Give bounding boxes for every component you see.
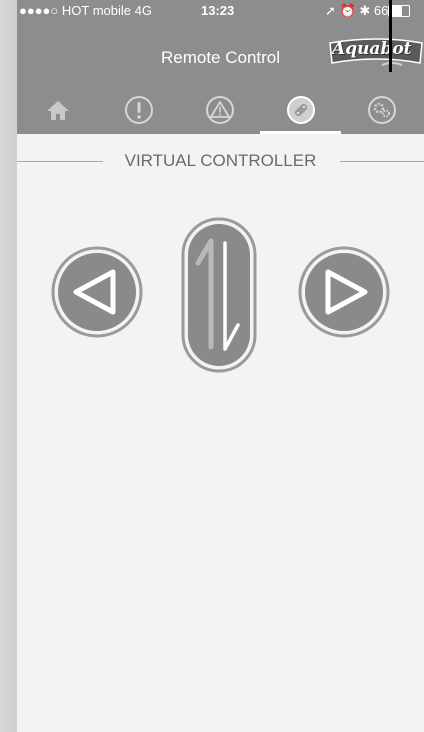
carrier-label: ●●●●○ HOT mobile 4G xyxy=(19,3,152,18)
forward-backward-button[interactable] xyxy=(181,217,257,373)
move-right-button[interactable] xyxy=(298,246,390,338)
tab-warnings[interactable] xyxy=(179,86,260,134)
tab-bar xyxy=(17,86,424,134)
alarm-icon: ⏰ xyxy=(339,3,356,18)
app-screen: ●●●●○ HOT mobile 4G 13:23 ➚ ⏰ ✱ 66% Remo… xyxy=(17,0,424,732)
left-arrow-icon xyxy=(51,246,143,338)
location-icon: ➚ xyxy=(325,3,336,18)
tab-settings[interactable] xyxy=(341,86,422,134)
gears-icon xyxy=(367,96,396,124)
warning-triangle-icon xyxy=(205,96,234,124)
right-arrow-icon xyxy=(298,246,390,338)
move-left-button[interactable] xyxy=(51,246,143,338)
section-header: VIRTUAL CONTROLLER xyxy=(17,134,424,188)
tab-home[interactable] xyxy=(17,86,98,134)
left-edge xyxy=(0,0,17,732)
up-down-arrows-icon xyxy=(181,217,257,373)
remote-icon xyxy=(286,96,315,124)
brand-logo: Aquabot xyxy=(326,37,424,71)
header-divider-right xyxy=(340,161,424,162)
bluetooth-icon: ✱ xyxy=(359,3,371,18)
home-icon xyxy=(46,101,69,120)
tab-remote[interactable] xyxy=(260,86,341,134)
tab-alerts[interactable] xyxy=(98,86,179,134)
status-bar: ●●●●○ HOT mobile 4G 13:23 ➚ ⏰ ✱ 66% xyxy=(17,0,424,22)
logo-text: Aquabot xyxy=(332,39,412,59)
alert-circle-icon xyxy=(124,96,153,124)
clock: 13:23 xyxy=(201,3,235,18)
top-bar: ●●●●○ HOT mobile 4G 13:23 ➚ ⏰ ✱ 66% Remo… xyxy=(17,0,424,134)
pointer-cable xyxy=(389,0,392,72)
